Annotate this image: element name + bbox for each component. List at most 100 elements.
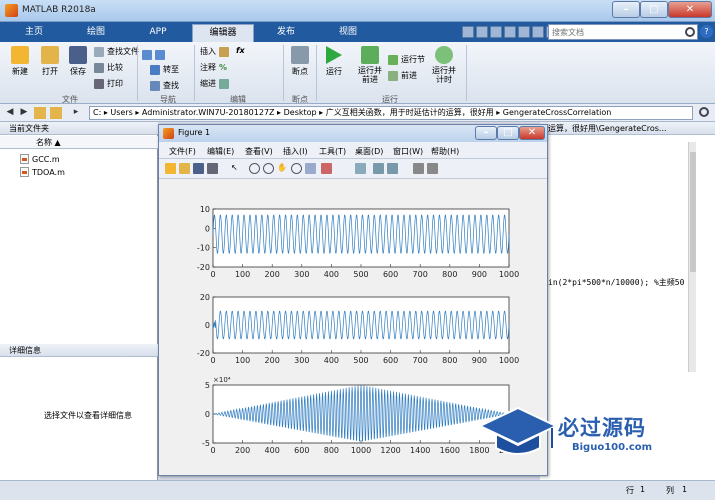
tab-publish[interactable]: 发布 [258,24,314,42]
save-icon[interactable] [462,26,474,38]
pointer-icon[interactable]: ↖ [231,163,242,174]
menu-view[interactable]: 查看(V) [245,146,273,157]
insert-button[interactable]: 插入 [200,46,229,57]
x-tick-label: 1200 [380,446,400,455]
forward-arrow-icon[interactable]: ▶ [18,107,30,119]
editor-tab-title[interactable]: 的运算，很好用\GengerateCros... [540,124,667,133]
editor-scrollbar[interactable] [688,142,696,372]
menu-edit[interactable]: 编辑(E) [207,146,234,157]
x-tick-label: 100 [235,270,250,279]
x-tick-label: 600 [383,356,398,365]
list-item[interactable]: TDOA.m [20,167,65,177]
goto-button[interactable]: 转至 [150,64,179,75]
fx-button[interactable]: fx [236,46,245,55]
window-title: MATLAB R2018a [22,5,96,15]
run-section-button[interactable]: 运行节 [388,54,425,65]
x-tick-label: 100 [235,356,250,365]
compare-button[interactable]: 比较 [94,62,123,73]
search-icon[interactable] [685,27,695,37]
x-tick-label: 1000 [499,270,519,279]
tab-view[interactable]: 视图 [320,24,376,42]
tab-plots[interactable]: 绘图 [68,24,124,42]
figure-maximize-button[interactable]: □ [497,126,519,140]
menu-tools[interactable]: 工具(T) [319,146,346,157]
comment-button[interactable]: 注释 % [200,62,227,73]
name-column-header[interactable]: 名称 ▲ [0,136,158,149]
find-icon [150,80,160,91]
tab-apps[interactable]: APP [130,24,186,42]
paste-icon[interactable] [504,26,516,38]
indent-icon [219,78,229,89]
menu-insert[interactable]: 插入(I) [283,146,308,157]
hide-plot-tools-icon[interactable] [413,163,424,174]
divider [316,45,317,101]
new-button[interactable]: 新建 [6,46,34,77]
goto-icon [150,64,160,75]
current-folder-header: 当前文件夹 [0,122,158,135]
copy-icon[interactable] [490,26,502,38]
list-item[interactable]: GCC.m [20,154,60,164]
scroll-thumb[interactable] [690,152,696,272]
menu-window[interactable]: 窗口(W) [393,146,423,157]
figure-toolbar: ↖ ✋ [159,159,547,179]
graduation-cap-icon [478,406,558,455]
print-figure-icon[interactable] [207,163,218,174]
help-icon[interactable]: ? [700,25,713,38]
indent-button[interactable]: 缩进 [200,78,229,89]
watermark-text: 必过源码 [558,416,646,440]
path-field[interactable]: C: ▸ Users ▸ Administrator.WIN7U-2018012… [89,106,693,120]
save-figure-icon[interactable] [193,163,204,174]
run-time-button[interactable]: 运行并 计时 [428,46,460,84]
minimize-button[interactable]: – [612,1,640,18]
maximize-button[interactable]: □ [640,1,668,18]
new-icon [11,46,29,64]
breakpoints-button[interactable]: 断点 [286,46,314,77]
data-cursor-icon[interactable] [305,163,316,174]
divider [466,45,467,101]
redo-icon[interactable] [532,26,544,38]
back-arrow-icon[interactable]: ◀ [4,107,16,119]
print-button[interactable]: 打印 [94,78,123,89]
show-plot-tools-icon[interactable] [427,163,438,174]
browse-folder-icon[interactable] [50,107,62,119]
code-line[interactable]: in(2*pi*500*n/10000); %主频50 [548,277,684,288]
figure-minimize-button[interactable]: – [475,126,497,140]
menu-help[interactable]: 帮助(H) [431,146,459,157]
advance-button[interactable]: 前进 [388,70,417,81]
run-advance-button[interactable]: 运行并 前进 [354,46,386,84]
search-icon[interactable] [699,107,709,117]
cut-icon[interactable] [476,26,488,38]
zoom-in-icon[interactable] [249,163,260,174]
pan-hand-icon[interactable]: ✋ [277,163,288,174]
zoom-out-icon[interactable] [263,163,274,174]
undo-icon[interactable] [518,26,530,38]
figure-close-button[interactable]: ✕ [519,126,545,140]
x-tick-label: 0 [210,270,215,279]
x-tick-label: 0 [210,446,215,455]
save-button[interactable]: 保存 [64,46,92,77]
close-button[interactable]: ✕ [668,1,712,18]
search-input[interactable] [549,25,681,39]
nav-back-forward[interactable] [142,50,165,60]
find-button[interactable]: 查找 [150,80,179,91]
menu-desktop[interactable]: 桌面(D) [355,146,383,157]
legend-icon[interactable] [387,163,398,174]
new-figure-icon[interactable] [165,163,176,174]
menu-file[interactable]: 文件(F) [169,146,196,157]
rotate-3d-icon[interactable] [291,163,302,174]
folder-path-icon: ▸ [73,107,79,117]
details-hint: 选择文件以查看详细信息 [44,411,132,420]
brush-icon[interactable] [321,163,332,174]
tab-home[interactable]: 主页 [6,24,62,42]
tab-editor[interactable]: 编辑器 [192,24,254,42]
x-tick-label: 1600 [440,446,460,455]
up-folder-icon[interactable] [34,107,46,119]
colorbar-icon[interactable] [373,163,384,174]
find-files-button[interactable]: 查找文件 [94,46,139,57]
y-tick-label: 5 [205,381,210,390]
ribbon: 新建 打开 保存 查找文件 比较 打印 文件 转至 查找 导航 插入 fx 注释… [0,42,715,104]
link-plot-icon[interactable] [355,163,366,174]
open-file-icon[interactable] [179,163,190,174]
run-button[interactable]: 运行 [320,46,348,77]
open-button[interactable]: 打开 [36,46,64,77]
